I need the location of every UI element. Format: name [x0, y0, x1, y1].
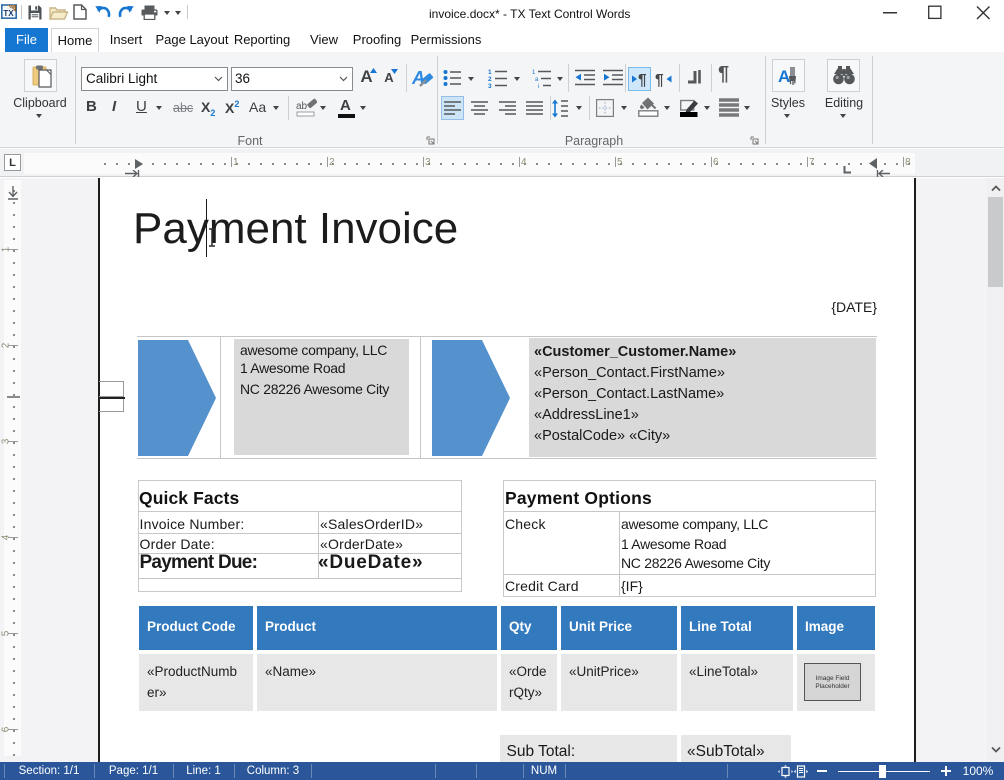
svg-text:a: a	[535, 77, 539, 83]
svg-text:¶: ¶	[655, 72, 664, 88]
svg-text:A: A	[778, 67, 790, 86]
svg-text:3: 3	[488, 83, 492, 88]
svg-text:A: A	[412, 68, 425, 88]
svg-text:2: 2	[488, 76, 492, 83]
svg-text:1: 1	[488, 69, 492, 76]
svg-text:1: 1	[532, 70, 536, 76]
svg-text:i: i	[538, 84, 539, 88]
svg-text:TX: TX	[3, 9, 14, 18]
svg-text:¶: ¶	[638, 72, 647, 88]
svg-text:ab: ab	[296, 101, 308, 112]
